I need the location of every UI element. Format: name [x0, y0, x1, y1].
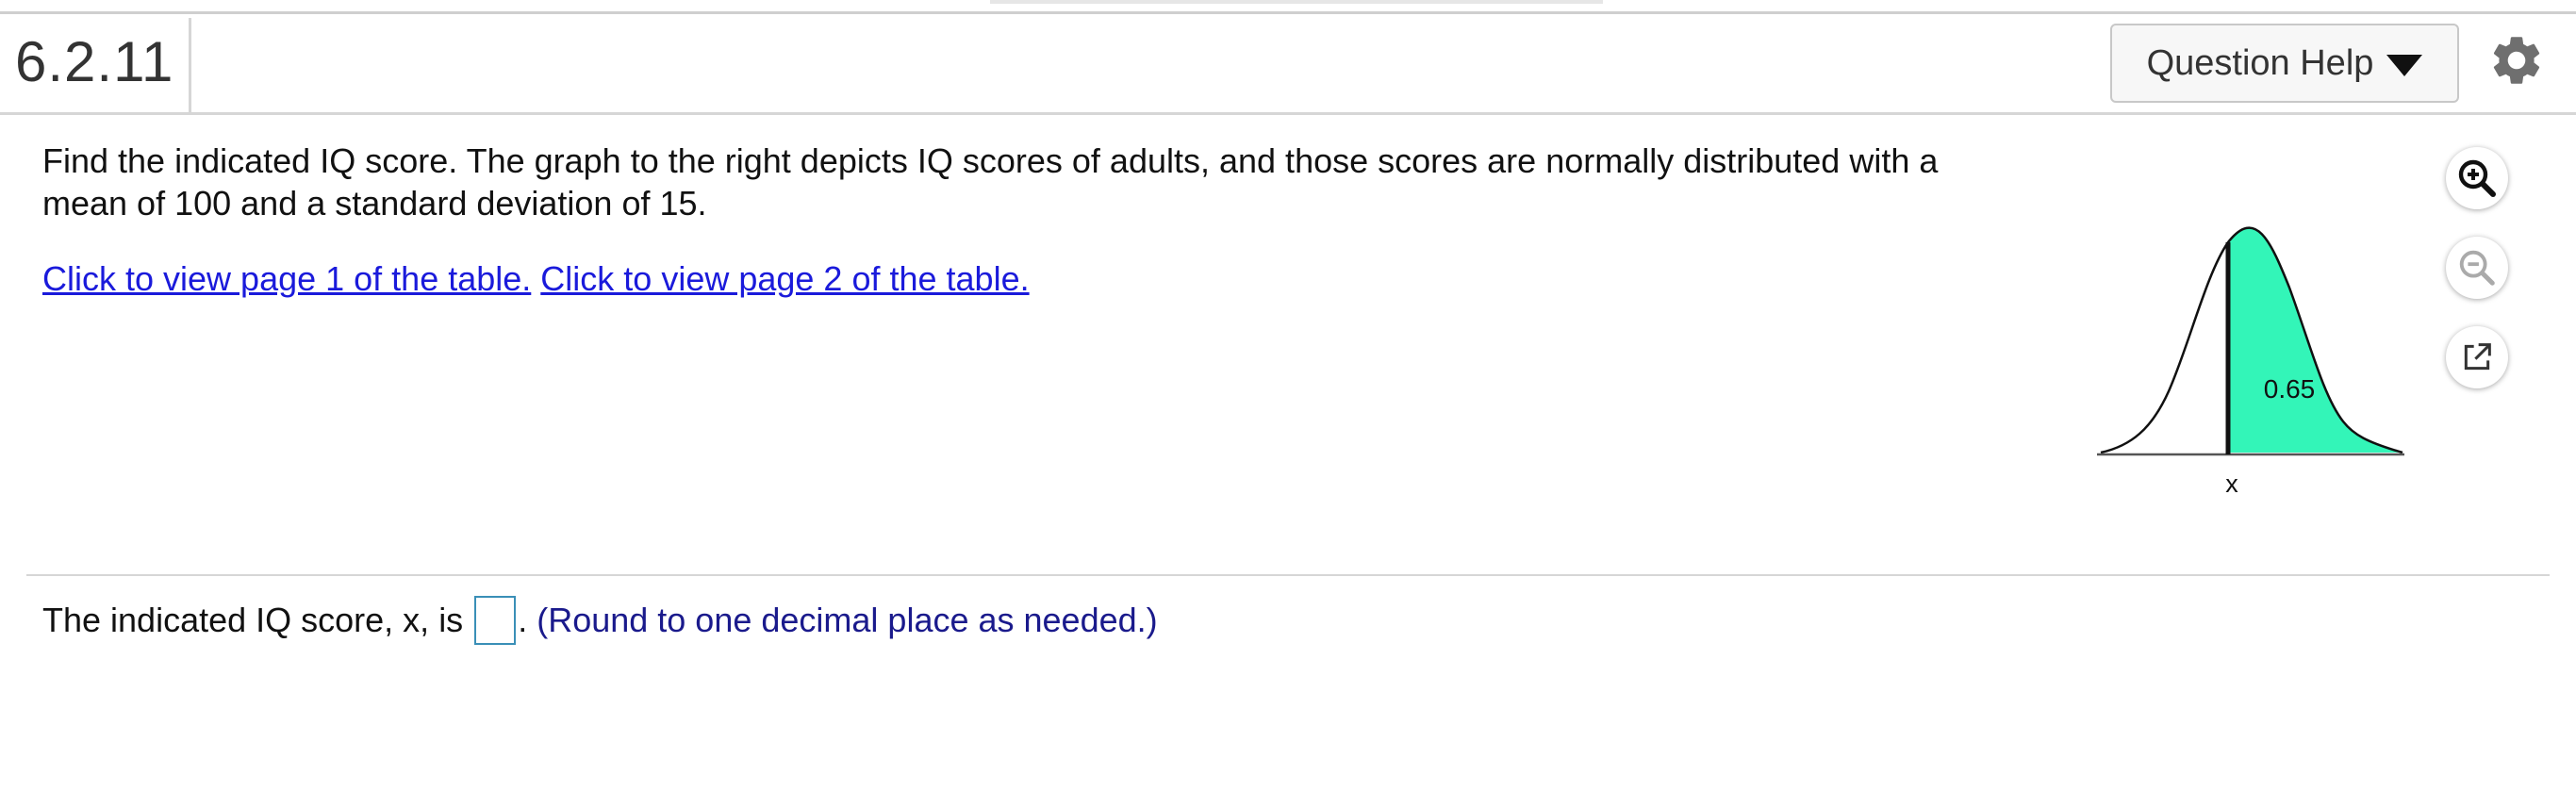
- shaded-region: [2228, 227, 2403, 453]
- zoom-out-icon: [2459, 250, 2495, 286]
- shaded-area-label: 0.65: [2264, 374, 2316, 404]
- caret-down-icon: [2386, 54, 2423, 76]
- answer-row: The indicated IQ score, x, is . (Round t…: [42, 596, 1158, 645]
- question-help-label: Question Help: [2146, 42, 2374, 83]
- answer-hint: (Round to one decimal place as needed.): [537, 601, 1158, 639]
- answer-prefix: The indicated IQ score, x, is: [42, 601, 464, 639]
- table-links: Click to view page 1 of the table. Click …: [42, 257, 1030, 300]
- table-page-2-link[interactable]: Click to view page 2 of the table.: [540, 259, 1029, 298]
- question-number: 6.2.11: [15, 30, 174, 93]
- open-new-window-button[interactable]: [2446, 326, 2508, 388]
- gear-icon[interactable]: [2487, 31, 2546, 90]
- problem-statement: Find the indicated IQ score. The graph t…: [42, 141, 1939, 223]
- normal-distribution-graph: 0.65 x: [2097, 226, 2404, 498]
- header-divider: [189, 18, 191, 112]
- answer-period: .: [518, 601, 528, 639]
- external-link-icon: [2464, 343, 2491, 371]
- question-help-button[interactable]: Question Help: [2110, 24, 2459, 103]
- question-header: 6.2.11 Question Help: [0, 14, 2576, 115]
- zoom-out-button[interactable]: [2446, 237, 2508, 299]
- zoom-in-icon: [2458, 159, 2496, 197]
- x-axis-label: x: [2225, 470, 2238, 498]
- top-scroll-indicator: [990, 0, 1603, 4]
- table-page-1-link[interactable]: Click to view page 1 of the table.: [42, 259, 531, 298]
- zoom-in-button[interactable]: [2446, 147, 2508, 209]
- answer-input[interactable]: [474, 596, 517, 645]
- answer-divider: [26, 574, 2550, 576]
